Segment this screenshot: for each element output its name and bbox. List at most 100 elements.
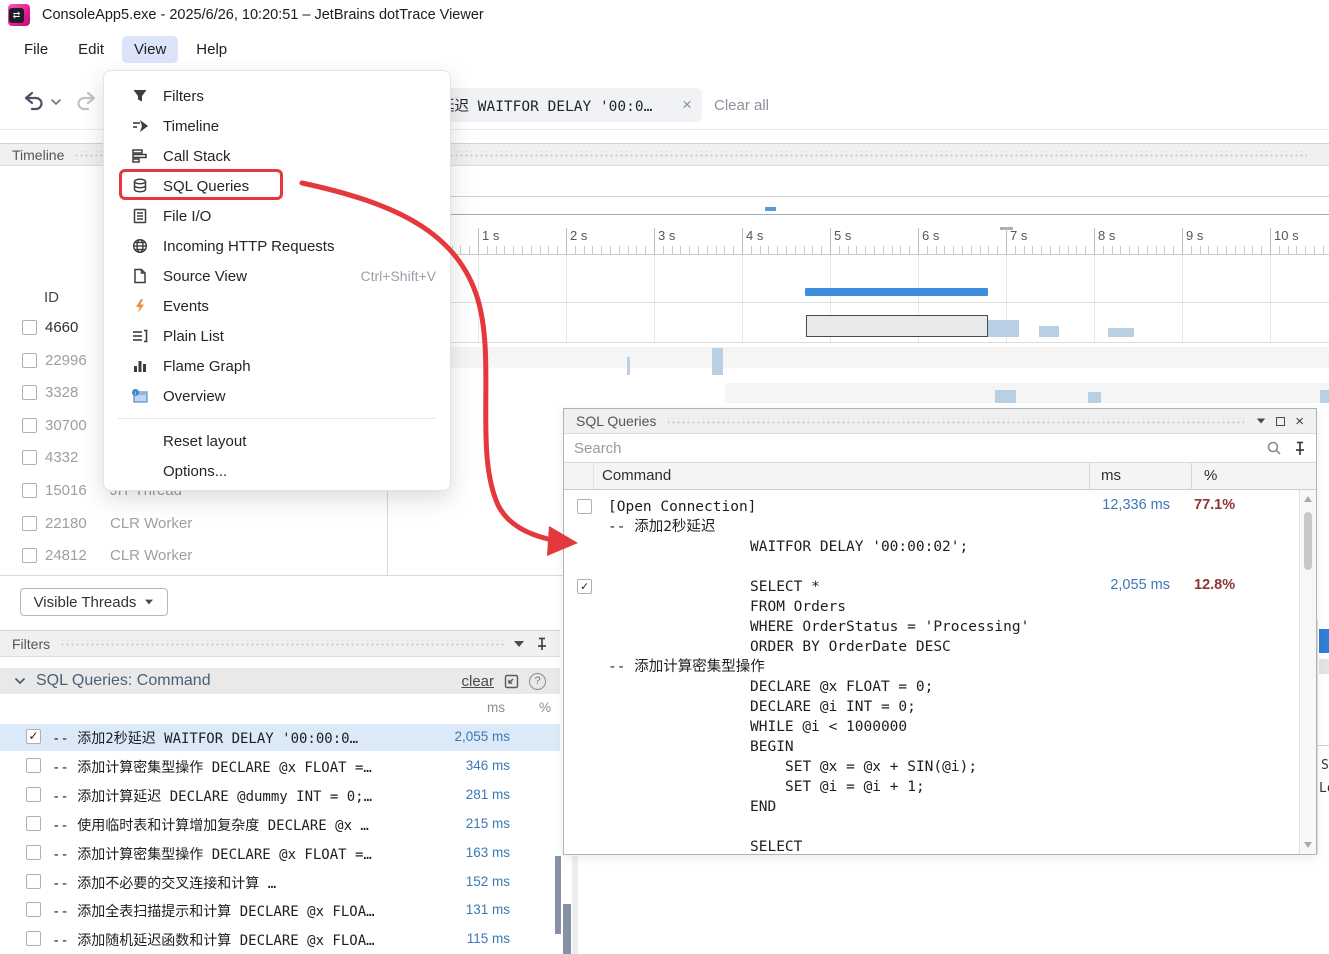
- menubar-item-help[interactable]: Help: [184, 36, 239, 63]
- gridline: [742, 255, 743, 342]
- minor-tick: [839, 246, 840, 254]
- pin-icon[interactable]: [536, 637, 548, 651]
- sql-row-checkbox[interactable]: ✓: [577, 579, 592, 594]
- filter-query-row[interactable]: ✓-- 添加2秒延迟 WAITFOR DELAY '00:00:0…2,055 …: [0, 724, 560, 751]
- sql-search-input[interactable]: Search: [574, 440, 622, 457]
- thread-id: 24812: [45, 547, 87, 564]
- filter-row-checkbox[interactable]: [26, 787, 41, 802]
- minor-tick: [1173, 246, 1174, 254]
- sql-table-header[interactable]: Command ms %: [564, 463, 1316, 490]
- time-ruler[interactable]: 1 s2 s3 s4 s5 s6 s7 s8 s9 s10 s: [388, 215, 1329, 255]
- menu-item-source-view[interactable]: Source ViewCtrl+Shift+V: [104, 261, 450, 291]
- menu-item-filters[interactable]: Filters: [104, 81, 450, 111]
- sliver-tab: [1319, 659, 1329, 674]
- filter-query-row[interactable]: -- 添加随机延迟函数和计算 DECLARE @x FLOA…115 ms: [0, 926, 560, 953]
- sql-scrollbar[interactable]: [1299, 490, 1316, 854]
- minor-tick: [663, 246, 664, 254]
- filter-query-row[interactable]: -- 添加计算密集型操作 DECLARE @x FLOAT =…346 ms: [0, 753, 560, 780]
- filter-query-row[interactable]: -- 添加计算密集型操作 DECLARE @x FLOAT =…163 ms: [0, 840, 560, 867]
- filter-section-title: SQL Queries: Command: [36, 672, 211, 690]
- pin-icon[interactable]: [1294, 441, 1306, 456]
- thread-row[interactable]: 24812CLR Worker: [0, 544, 388, 570]
- thread-checkbox[interactable]: [22, 418, 37, 433]
- minor-tick: [760, 246, 761, 254]
- thread-checkbox[interactable]: [22, 548, 37, 563]
- filters-panel-header[interactable]: Filters: [0, 630, 560, 657]
- scroll-up-icon[interactable]: [1303, 495, 1313, 503]
- thread-checkbox[interactable]: [22, 483, 37, 498]
- filter-clear-link[interactable]: clear: [461, 673, 494, 690]
- minor-tick: [504, 246, 505, 254]
- background-graph-bar: [563, 904, 571, 954]
- thread-checkbox[interactable]: [22, 516, 37, 531]
- thread-id: 4332: [45, 449, 78, 466]
- menu-item-overview[interactable]: iOverview: [104, 381, 450, 411]
- menu-separator: [118, 418, 436, 419]
- menu-item-flame-graph[interactable]: Flame Graph: [104, 351, 450, 381]
- collapse-icon[interactable]: [514, 641, 524, 647]
- minor-tick: [804, 246, 805, 254]
- scroll-down-icon[interactable]: [1303, 841, 1313, 849]
- menu-item-call-stack[interactable]: Call Stack: [104, 141, 450, 171]
- filter-row-checkbox[interactable]: [26, 758, 41, 773]
- filter-query-row[interactable]: -- 添加全表扫描提示和计算 DECLARE @x FLOA…131 ms: [0, 897, 560, 924]
- thread-row[interactable]: 22180CLR Worker: [0, 512, 388, 538]
- sql-search-row[interactable]: Search: [564, 434, 1316, 463]
- menu-item-reset-layout[interactable]: Reset layout: [104, 426, 450, 456]
- menu-item-timeline[interactable]: Timeline: [104, 111, 450, 141]
- filter-row-checkbox[interactable]: ✓: [26, 729, 41, 744]
- thread-checkbox[interactable]: [22, 353, 37, 368]
- col-header-pct[interactable]: %: [1204, 467, 1217, 484]
- filter-section-header[interactable]: SQL Queries: Command clear ?: [0, 668, 560, 694]
- thread-checkbox[interactable]: [22, 385, 37, 400]
- sql-code-line: -- 添加2秒延迟: [608, 517, 715, 537]
- maximize-icon[interactable]: [1276, 417, 1285, 426]
- filter-row-checkbox[interactable]: [26, 902, 41, 917]
- background-graph-bar: [555, 856, 561, 934]
- collapse-icon[interactable]: [1257, 418, 1266, 423]
- visible-threads-button[interactable]: Visible Threads: [20, 588, 168, 616]
- menu-item-events[interactable]: Events: [104, 291, 450, 321]
- sql-panel-header[interactable]: SQL Queries ×: [564, 409, 1316, 434]
- filter-row-checkbox[interactable]: [26, 845, 41, 860]
- help-icon[interactable]: ?: [529, 673, 546, 690]
- panel-drag-texture: [60, 640, 504, 647]
- sql-query-list[interactable]: 12,336 ms77.1%[Open Connection]-- 添加2秒延迟…: [564, 490, 1316, 854]
- close-icon[interactable]: ×: [1295, 413, 1304, 430]
- minor-tick: [1103, 246, 1104, 254]
- filter-row-ms: 152 ms: [425, 874, 510, 889]
- section-chevron-icon[interactable]: [14, 675, 26, 687]
- menu-item-plain-list[interactable]: Plain List: [104, 321, 450, 351]
- timeline-selection-rect[interactable]: [806, 315, 987, 337]
- filter-query-row[interactable]: -- 添加不必要的交叉连接和计算 …152 ms: [0, 869, 560, 896]
- undo-button[interactable]: [20, 88, 46, 114]
- menu-item-incoming-http-requests[interactable]: Incoming HTTP Requests: [104, 231, 450, 261]
- filter-query-row[interactable]: -- 添加计算延迟 DECLARE @dummy INT = 0;…281 ms: [0, 782, 560, 809]
- filter-row-checkbox[interactable]: [26, 874, 41, 889]
- col-header-ms[interactable]: ms: [1101, 467, 1121, 484]
- filter-row-text: -- 添加不必要的交叉连接和计算 …: [52, 873, 424, 893]
- sql-row-ms: 2,055 ms: [1084, 577, 1170, 593]
- invert-selection-icon[interactable]: [504, 674, 519, 689]
- col-header-command[interactable]: Command: [602, 467, 671, 484]
- clear-all-button[interactable]: Clear all: [714, 97, 769, 114]
- thread-activity-blob: [1088, 392, 1101, 403]
- filter-row-checkbox[interactable]: [26, 816, 41, 831]
- menu-item-options-[interactable]: Options...: [104, 456, 450, 486]
- row-divider: [388, 342, 1329, 343]
- minor-tick: [1120, 246, 1121, 254]
- active-filter-chip[interactable]: 延迟 WAITFOR DELAY '00:0… ×: [430, 88, 702, 122]
- undo-dropdown-chevron-icon[interactable]: [50, 95, 62, 112]
- sql-row-checkbox[interactable]: [577, 499, 592, 514]
- menubar-item-view[interactable]: View: [122, 36, 178, 63]
- thread-checkbox[interactable]: [22, 320, 37, 335]
- scrollbar-thumb[interactable]: [1304, 512, 1312, 570]
- filter-query-row[interactable]: -- 使用临时表和计算增加复杂度 DECLARE @x …215 ms: [0, 811, 560, 838]
- menubar-item-edit[interactable]: Edit: [66, 36, 116, 63]
- menubar-item-file[interactable]: File: [12, 36, 60, 63]
- filter-row-checkbox[interactable]: [26, 931, 41, 946]
- menu-item-file-i-o[interactable]: File I/O: [104, 201, 450, 231]
- redo-button[interactable]: [74, 88, 100, 114]
- filter-chip-close-icon[interactable]: ×: [682, 95, 692, 115]
- thread-checkbox[interactable]: [22, 450, 37, 465]
